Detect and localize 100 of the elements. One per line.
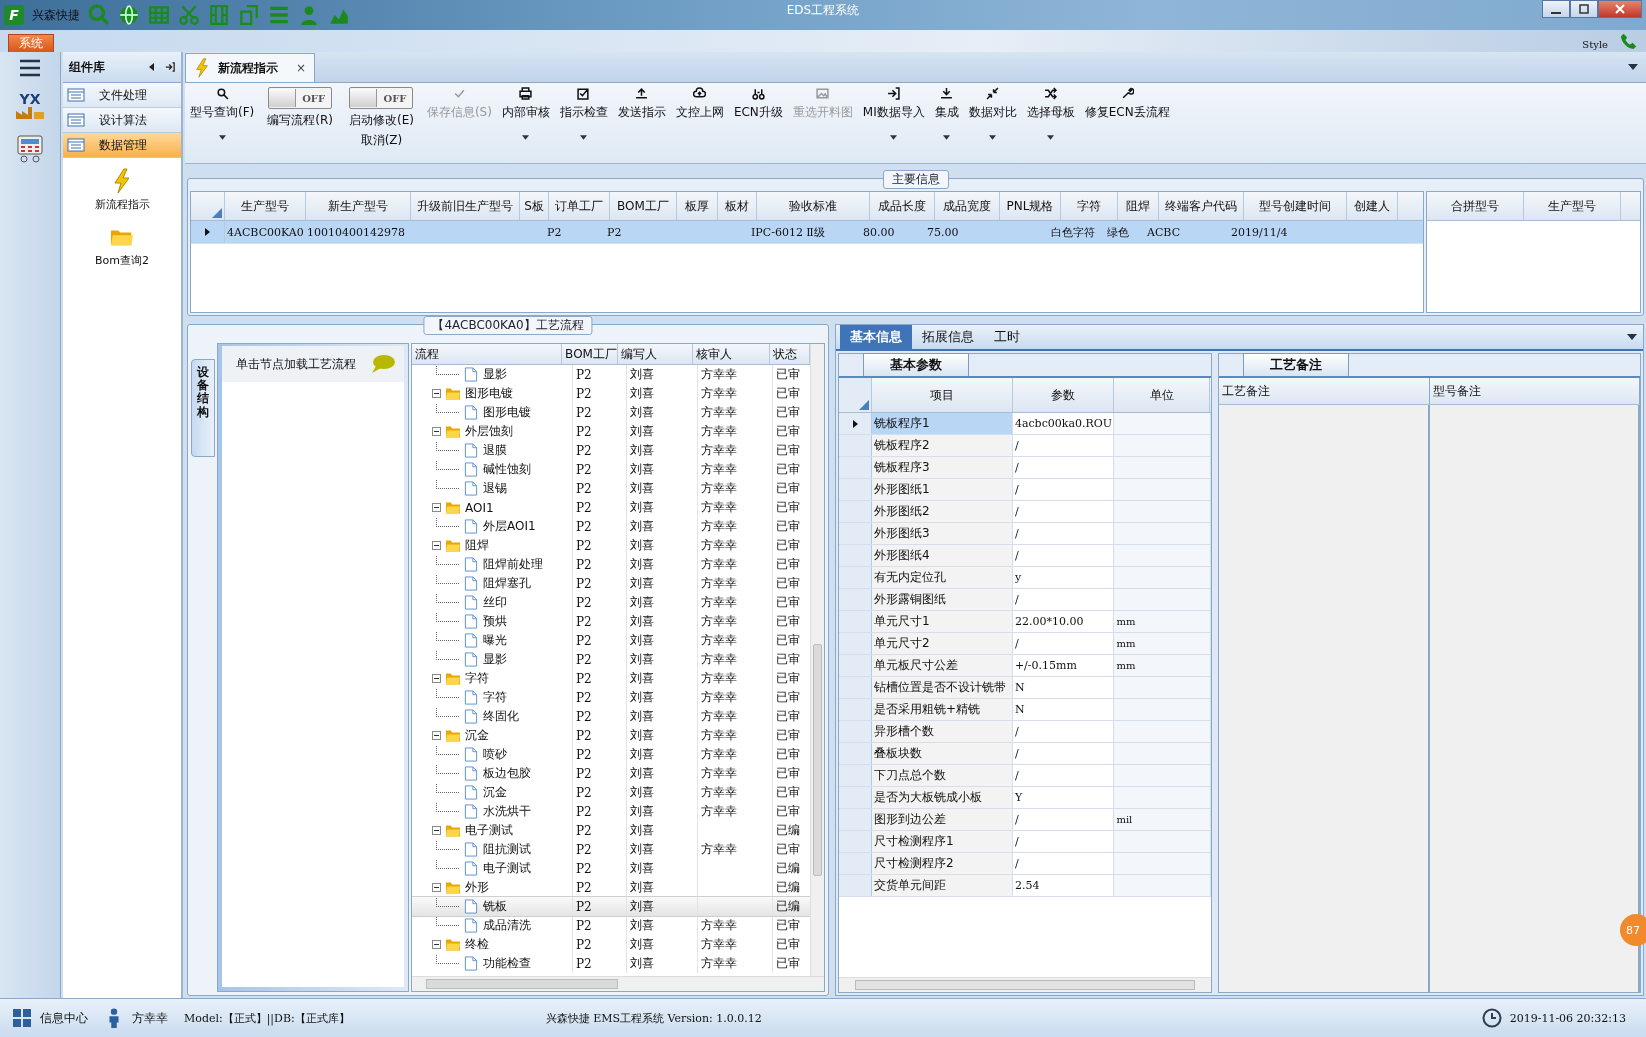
table-cell: 刘喜 (629, 898, 654, 915)
table-cell: 方幸幸 (701, 480, 738, 497)
table-cell: 方幸幸 (701, 594, 738, 611)
tab-label: 新流程指示 (218, 59, 278, 77)
table-cell: 刘喜 (629, 461, 654, 478)
table-cell: 已审 (775, 518, 800, 535)
node-label: 阻抗测试 (483, 841, 531, 858)
table-cell: P2 (575, 633, 592, 648)
table-cell: 2019/11/4 (1231, 225, 1288, 239)
table-cell: P2 (575, 861, 592, 876)
group-legend: 【4ACBC00KA0】工艺流程 (423, 316, 593, 335)
table-cell: 已审 (775, 670, 800, 687)
table-cell: P2 (575, 405, 592, 420)
table-cell: 已审 (775, 385, 800, 402)
table-cell: P2 (547, 225, 562, 239)
node-label: 成品清洗 (483, 917, 531, 934)
table-cell: 刘喜 (629, 746, 654, 763)
table-cell: 刘喜 (629, 708, 654, 725)
table-cell: 已审 (775, 803, 800, 820)
table-cell: 方幸幸 (701, 404, 738, 421)
table-cell: 方幸幸 (701, 936, 738, 953)
node-label: 沉金 (483, 784, 507, 801)
table-cell: 已编 (775, 860, 800, 877)
table-cell: 已审 (775, 537, 800, 554)
table-cell: P2 (575, 956, 592, 971)
hint-text: 单击节点加载工艺流程 (236, 355, 356, 373)
node-label: 喷砂 (483, 746, 507, 763)
table-cell: P2 (575, 766, 592, 781)
node-label: 预烘 (483, 613, 507, 630)
table-cell: 刘喜 (629, 689, 654, 706)
table-cell: P2 (575, 804, 592, 819)
table-cell: 白色字符 (1051, 224, 1095, 240)
table-cell: 已编 (775, 822, 800, 839)
table-cell: 已审 (775, 917, 800, 934)
app-logo: F (4, 5, 24, 25)
table-cell: 方幸幸 (701, 803, 738, 820)
table-cell: 已审 (775, 442, 800, 459)
table-cell: 刘喜 (629, 936, 654, 953)
table-cell: P2 (575, 937, 592, 952)
node-label: 铣板 (483, 898, 507, 915)
table-cell: 方幸幸 (701, 366, 738, 383)
node-label: 阻焊 (465, 537, 489, 554)
sidebar-title: 组件库 (69, 58, 106, 76)
table-cell: 刘喜 (629, 860, 654, 877)
table-cell: ACBC (1147, 225, 1181, 239)
table-cell: 方幸幸 (701, 575, 738, 592)
table-cell: 已审 (775, 366, 800, 383)
table-cell: 刘喜 (629, 423, 654, 440)
table-cell: 方幸幸 (701, 841, 738, 858)
table-cell: 方幸幸 (701, 632, 738, 649)
table-cell: 刘喜 (629, 404, 654, 421)
table-cell: 刘喜 (629, 917, 654, 934)
date-time: 2019-11-06 20:32:13 (1509, 1011, 1626, 1025)
table-cell: 方幸幸 (701, 765, 738, 782)
node-label: 终固化 (483, 708, 519, 725)
table-cell: 已审 (775, 936, 800, 953)
toggle-label: 取消(Z) (360, 132, 403, 149)
node-label: 退锡 (483, 480, 507, 497)
node-label: 水洗烘干 (483, 803, 531, 820)
table-cell: 已审 (775, 651, 800, 668)
table-cell: P2 (575, 481, 592, 496)
table-cell: P2 (575, 614, 592, 629)
node-label: 阻焊塞孔 (483, 575, 531, 592)
app-name: 兴森快捷 (32, 6, 80, 24)
table-cell: P2 (575, 500, 592, 515)
node-label: 显影 (483, 651, 507, 668)
table-cell: 方幸幸 (701, 613, 738, 630)
logo-text: YX (19, 92, 41, 106)
node-label: 图形电镀 (465, 385, 513, 402)
table-cell: P2 (575, 842, 592, 857)
toggle-label: 编写流程(R) (267, 112, 333, 129)
table-cell: 刘喜 (629, 480, 654, 497)
table-cell: 已审 (775, 784, 800, 801)
table-cell: 方幸幸 (701, 537, 738, 554)
table-cell: P2 (575, 519, 592, 534)
table-cell: 刘喜 (629, 822, 654, 839)
table-cell: 10010400142978 (307, 225, 405, 239)
model-info: Model:【正式】||DB:【正式库】 (184, 1010, 350, 1026)
table-cell: 方幸幸 (701, 670, 738, 687)
table-cell: P2 (575, 576, 592, 591)
user-name: 方幸幸 (132, 1009, 168, 1027)
table-cell: 刘喜 (629, 955, 654, 972)
table-cell: P2 (575, 538, 592, 553)
table-cell: 刘喜 (629, 613, 654, 630)
toggle-label: 启动修改(E) (348, 112, 414, 129)
table-cell: 刘喜 (629, 575, 654, 592)
table-cell: P2 (575, 671, 592, 686)
node-label: 显影 (483, 366, 507, 383)
table-cell: 刘喜 (629, 366, 654, 383)
table-cell: P2 (575, 690, 592, 705)
table-cell: 方幸幸 (701, 727, 738, 744)
table-cell: 方幸幸 (701, 385, 738, 402)
table-cell: 已审 (775, 613, 800, 630)
table-cell: 刘喜 (629, 442, 654, 459)
table-cell: 刘喜 (629, 594, 654, 611)
node-label: AOI1 (465, 500, 494, 515)
node-label: 外层蚀刻 (465, 423, 513, 440)
table-cell: 刘喜 (629, 803, 654, 820)
table-cell: 刘喜 (629, 841, 654, 858)
table-cell: P2 (575, 443, 592, 458)
